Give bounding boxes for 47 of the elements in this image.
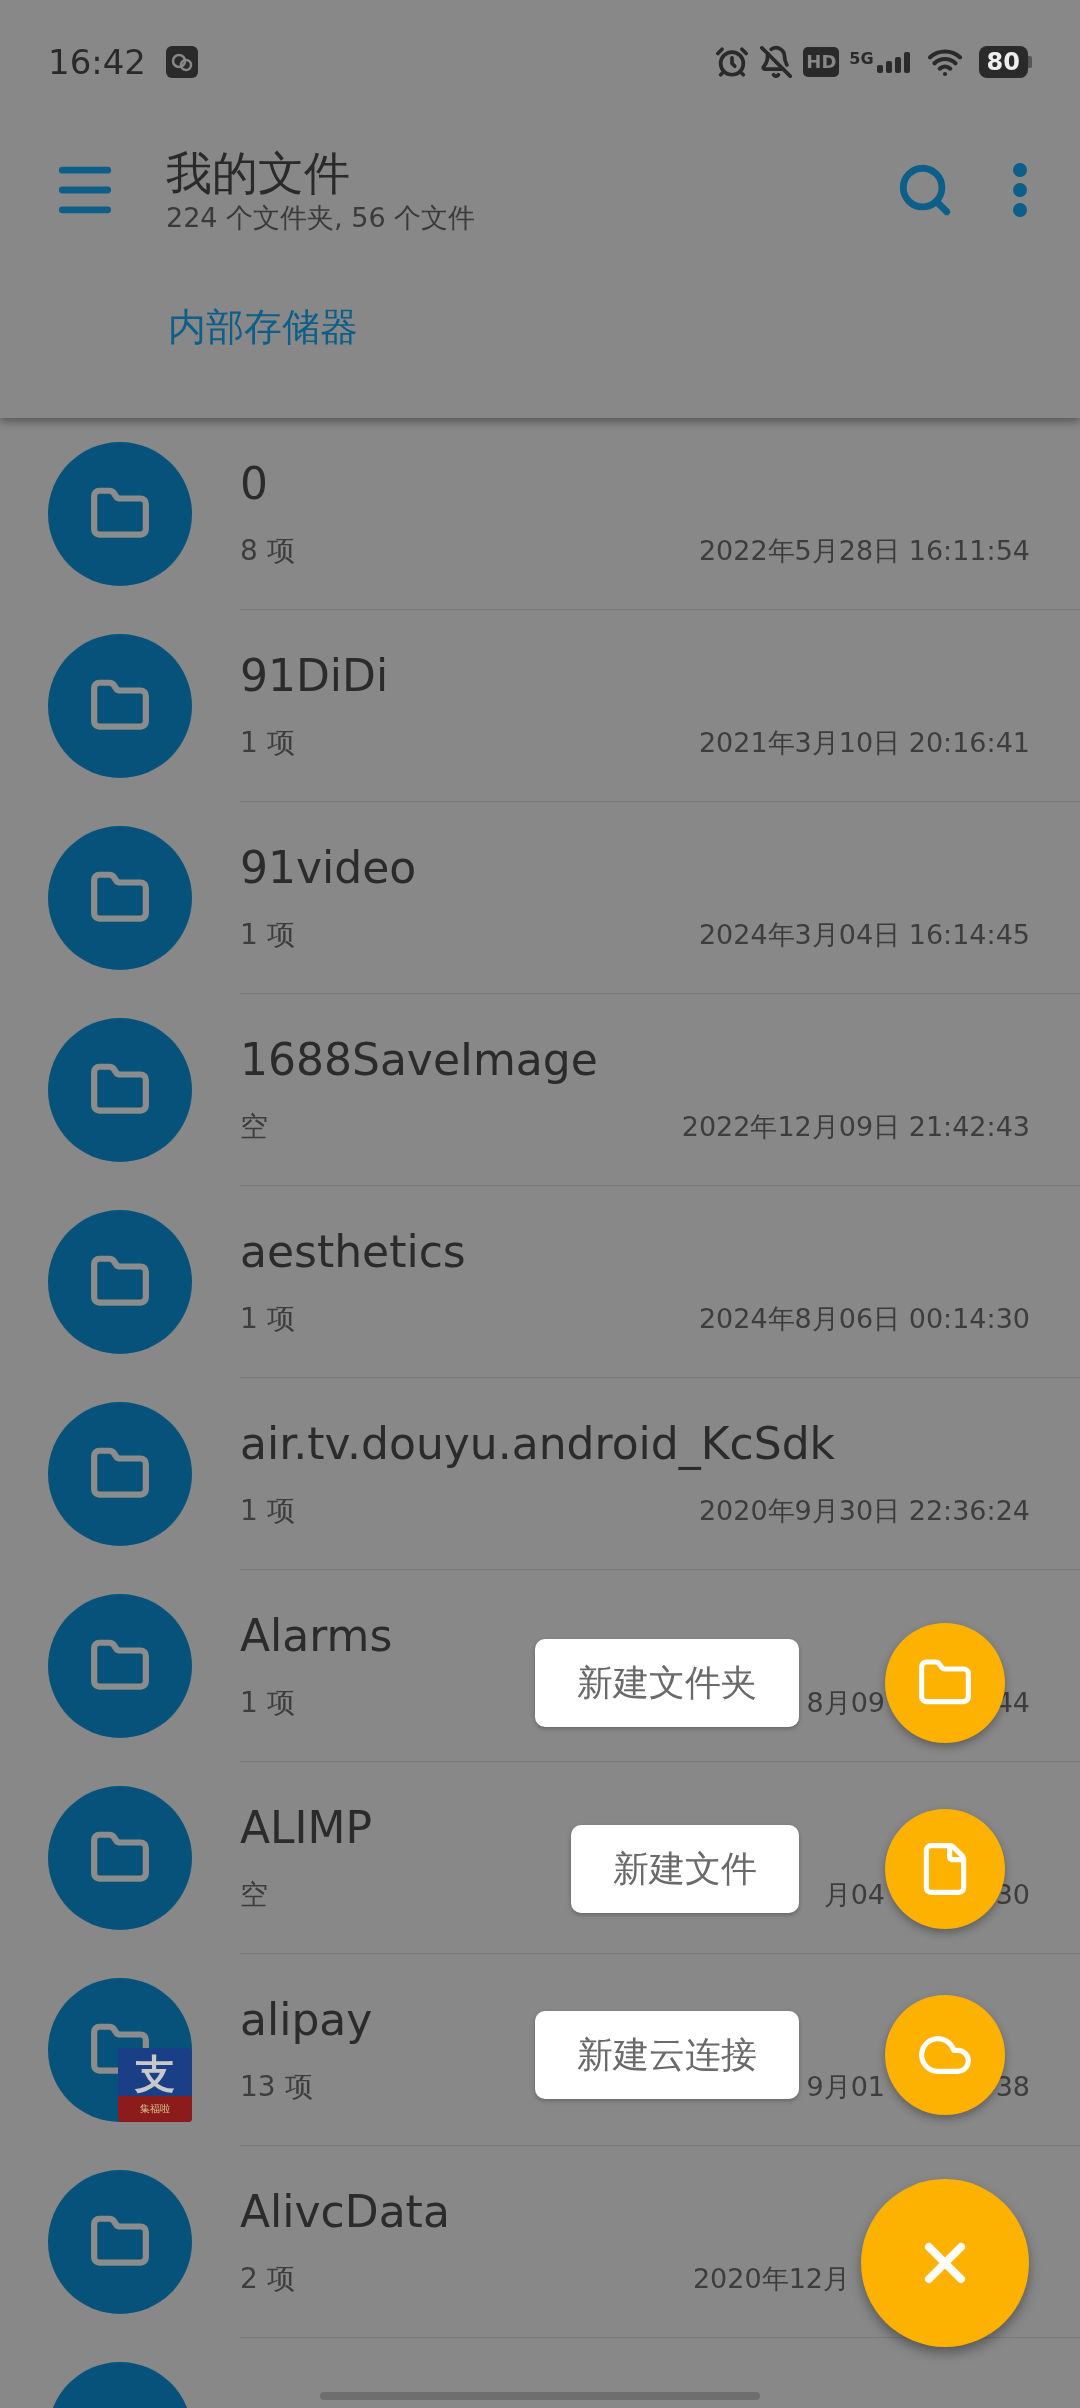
app-notification-icon: [166, 46, 198, 78]
modified-date: 2022年12月09日 21:42:43: [681, 1109, 1030, 1144]
toolbar-title: 我的文件: [166, 145, 351, 201]
signal-icon: [876, 51, 911, 73]
item-count: 1 项: [240, 1685, 295, 1721]
fab-menu-label[interactable]: 新建文件: [571, 1825, 799, 1913]
more-icon: [1012, 162, 1028, 218]
hd-indicator: HD: [803, 47, 840, 77]
folder-name: air.tv.douyu.android_KcSdk: [240, 1417, 836, 1472]
modified-date: 2021年3月10日 20:16:41: [698, 725, 1030, 760]
item-count: 2 项: [240, 2261, 295, 2297]
item-count: 1 项: [240, 1301, 295, 1337]
bell-muted-icon: [759, 45, 794, 79]
modified-date: 8月09: [806, 1685, 885, 1720]
item-count: 1 项: [240, 1493, 295, 1529]
folder-name: Alarms: [240, 1609, 393, 1663]
modified-date: 30: [995, 1877, 1030, 1912]
item-count: 1 项: [240, 725, 295, 761]
modified-date: 2024年8月06日 00:14:30: [698, 1301, 1030, 1336]
modified-date: 2024年3月04日 16:14:45: [698, 917, 1030, 952]
modified-date: 月04: [823, 1877, 885, 1912]
item-count: 8 项: [240, 533, 295, 569]
battery-indicator: 80: [978, 46, 1032, 78]
status-time: 16:42: [48, 40, 146, 84]
folder-name: alipay: [240, 1993, 373, 2047]
modified-date: 2020年12月: [692, 2261, 850, 2296]
folder-name: AlivcData: [240, 2185, 450, 2239]
fab-menu-label[interactable]: 新建云连接: [535, 2011, 799, 2099]
fab-menu-label[interactable]: 新建文件夹: [535, 1639, 799, 1727]
item-count: 空: [240, 1109, 268, 1145]
folder-name: ALIMP: [240, 1801, 373, 1855]
item-count: 1 项: [240, 917, 295, 953]
modified-date: 2022年5月28日 16:11:54: [698, 533, 1030, 568]
modified-date: 2020年9月30日 22:36:24: [698, 1493, 1030, 1528]
folder-name: aesthetics: [240, 1225, 466, 1279]
folder-name: 91DiDi: [240, 649, 389, 703]
modified-date: 38: [995, 2069, 1030, 2104]
folder-name: 1688SaveImage: [240, 1033, 598, 1087]
app-badge-icon: 支 集福啦: [118, 2048, 192, 2122]
toolbar-subtitle: 224 个文件夹, 56 个文件: [166, 201, 476, 235]
network-type: 5G: [849, 51, 874, 67]
alarm-icon: [715, 45, 750, 79]
item-count: 13 项: [240, 2069, 313, 2105]
item-count: 空: [240, 1877, 268, 1913]
modified-date: 9月01: [806, 2069, 885, 2104]
folder-name: 0: [240, 457, 268, 511]
folder-name: 91video: [240, 841, 417, 895]
